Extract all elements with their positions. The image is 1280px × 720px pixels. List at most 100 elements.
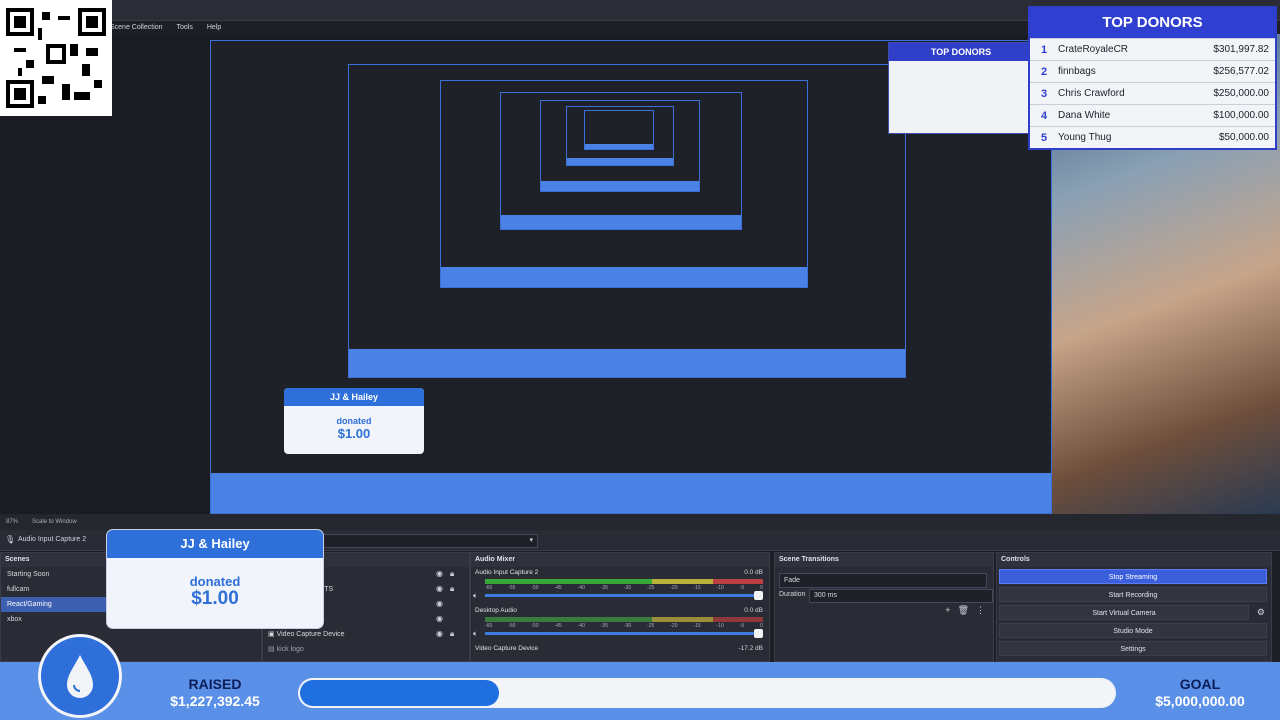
meter-tick: -15 [693, 623, 701, 629]
lock-icon[interactable]: 🔒︎ [450, 584, 454, 594]
image-icon: ▤ [268, 646, 275, 653]
meter-tick: -30 [623, 585, 632, 591]
gear-icon[interactable]: ⚙ [1257, 607, 1265, 618]
meter-tick: -30 [623, 623, 632, 629]
add-icon[interactable]: + [945, 605, 950, 616]
mixer-channel: Audio Input Capture 2 0.0 dB -60 -55 -50 -4… [471, 567, 769, 605]
menu-help[interactable]: Help [207, 24, 221, 31]
donor-rank: 2 [1040, 65, 1048, 78]
donor-name: Young Thug [1058, 132, 1112, 143]
donor-amount: $250,000.00 [1213, 88, 1269, 99]
qr-code [0, 0, 112, 116]
donor-rank: 1 [1040, 43, 1048, 56]
volume-meter [485, 617, 763, 622]
lock-icon[interactable]: 🔒︎ [450, 569, 454, 579]
preview-status-bar: 87% Scale to Window [0, 514, 1280, 530]
scale-mode[interactable]: Scale to Window [32, 519, 77, 525]
mixer-channel-name: Video Capture Device [475, 645, 539, 652]
meter-tick: -60 [485, 623, 493, 629]
start-virtual-camera-button[interactable]: Start Virtual Camera [999, 605, 1249, 620]
mixer-channel: Video Capture Device -17.2 dB [471, 643, 769, 661]
donor-rank: 5 [1040, 131, 1048, 144]
donor-rank: 4 [1040, 109, 1048, 122]
speaker-icon[interactable]: 🔈︎ [473, 591, 478, 601]
donor-amount: $301,997.82 [1213, 44, 1269, 55]
lock-icon[interactable]: 🔒︎ [450, 629, 454, 639]
zoom-level[interactable]: 87% [6, 519, 18, 525]
donor-row: 1 CrateRoyaleCR $301,997.82 [1030, 38, 1275, 60]
donor-amount: $256,577.02 [1213, 66, 1269, 77]
camera-icon: ▣ [268, 631, 275, 638]
menu-tools[interactable]: Tools [177, 24, 193, 31]
eye-icon[interactable]: ◉ [436, 584, 443, 593]
meter-scale: -60 -55 -50 -45 -40 -35 -30 -25 -20 -15 -10 -5 0 [485, 585, 763, 591]
selected-source-label: Audio Input Capture 2 [18, 536, 87, 543]
meter-tick: -5 [739, 623, 745, 629]
eye-icon[interactable]: ◉ [436, 629, 443, 638]
donor-row: 5 Young Thug $50,000.00 [1030, 126, 1275, 148]
meter-tick: -20 [670, 623, 678, 629]
source-item-video-capture[interactable]: ▣ Video Capture Device [268, 630, 345, 638]
mixer-channel-name: Audio Input Capture 2 [475, 569, 539, 576]
mixer-channel-db: -17.2 dB [738, 645, 763, 652]
start-recording-button[interactable]: Start Recording [999, 587, 1267, 602]
meter-tick: -50 [531, 585, 539, 591]
source-device-dropdown[interactable]: ▾ [318, 534, 538, 548]
meter-tick: -10 [716, 585, 724, 591]
meter-tick: -40 [577, 623, 585, 629]
top-donors-panel: TOP DONORS 1 CrateRoyaleCR $301,997.82 2 fi… [1028, 6, 1277, 150]
settings-button[interactable]: Settings [999, 641, 1267, 656]
raised-label: RAISED [188, 676, 242, 692]
meter-tick: -55 [508, 623, 516, 629]
meter-tick: -50 [531, 623, 539, 629]
source-item-kick-logo[interactable]: ▤ kick logo [268, 645, 304, 653]
volume-meter [485, 579, 763, 584]
nested-top-donors-title: TOP DONORS [889, 43, 1033, 61]
donor-row: 3 Chris Crawford $250,000.00 [1030, 82, 1275, 104]
stop-streaming-button[interactable]: Stop Streaming [999, 569, 1267, 584]
more-icon[interactable]: ⋮ [976, 605, 985, 616]
scene-transitions-dock: Scene Transitions Fade Duration 300 ms +… [774, 552, 994, 662]
speaker-icon[interactable]: 🔈︎ [473, 629, 478, 639]
scene-transitions-title: Scene Transitions [775, 553, 993, 567]
duration-input[interactable]: 300 ms [809, 589, 993, 603]
mixer-channel-db: 0.0 dB [744, 569, 763, 576]
audio-mixer-title: Audio Mixer [471, 553, 769, 567]
goal-progress-fill [300, 680, 499, 706]
donor-amount: $50,000.00 [1218, 132, 1269, 143]
donation-amount: $1.00 [191, 588, 239, 609]
team-water-logo [38, 634, 122, 718]
studio-mode-button[interactable]: Studio Mode [999, 623, 1267, 638]
nested-top-donors: TOP DONORS [888, 42, 1034, 134]
audio-mixer-dock: Audio Mixer Audio Input Capture 2 0.0 dB… [470, 552, 770, 662]
eye-icon[interactable]: ◉ [436, 614, 443, 623]
meter-tick: -60 [485, 585, 493, 591]
donor-amount: $100,000.00 [1213, 110, 1269, 121]
eye-icon[interactable]: ◉ [436, 569, 443, 578]
top-donors-title: TOP DONORS [1030, 8, 1275, 38]
meter-tick: -35 [600, 623, 609, 629]
menu-bar: Scene Collection Tools Help [110, 20, 221, 34]
nested-alert-name: JJ & Hailey [284, 388, 424, 406]
donor-name: JJ & Hailey [107, 530, 323, 558]
volume-slider[interactable] [485, 629, 763, 638]
donor-row: 4 Dana White $100,000.00 [1030, 104, 1275, 126]
goal-progress-track [298, 678, 1116, 708]
menu-scene-collection[interactable]: Scene Collection [110, 24, 163, 31]
chevron-down-icon: ▾ [529, 537, 533, 544]
nested-donation-alert: JJ & Hailey donated $1.00 [284, 388, 424, 454]
donor-name: finnbags [1058, 66, 1096, 77]
meter-tick: -15 [693, 585, 701, 591]
donor-row: 2 finnbags $256,577.02 [1030, 60, 1275, 82]
transition-type-select[interactable]: Fade [779, 573, 987, 588]
eye-icon[interactable]: ◉ [436, 599, 443, 608]
volume-slider[interactable] [485, 591, 763, 600]
donor-name: CrateRoyaleCR [1058, 44, 1129, 55]
trash-icon[interactable]: 🗑︎ [958, 605, 969, 616]
source-item-label: Video Capture Device [276, 631, 345, 638]
mixer-channel-db: 0.0 dB [744, 607, 763, 614]
nested-alert-amount: $1.00 [337, 426, 371, 441]
meter-tick: -40 [577, 585, 585, 591]
nested-alert-label: donated [336, 416, 372, 426]
qr-code-icon [6, 8, 106, 108]
